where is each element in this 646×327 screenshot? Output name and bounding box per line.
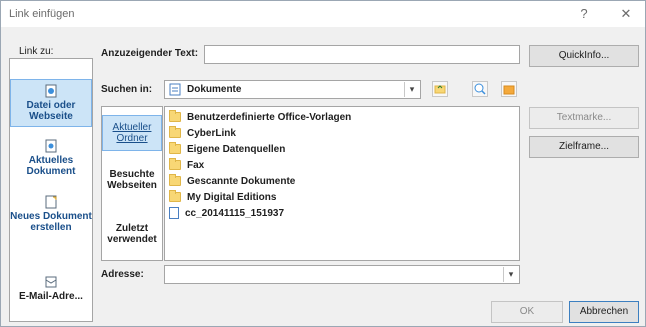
cancel-button[interactable]: Abbrechen [569, 301, 639, 323]
email-icon [45, 276, 57, 288]
document-file-icon [169, 207, 179, 219]
list-item[interactable]: Gescannte Dokumente [169, 173, 295, 189]
sidebar-item-new-document[interactable]: Neues Dokument erstellen [10, 195, 92, 245]
display-text-input[interactable] [204, 45, 520, 64]
address-label: Adresse: [101, 269, 144, 280]
look-in-label: Suchen in: [101, 84, 153, 95]
list-item[interactable]: cc_20141115_151937 [169, 205, 284, 221]
up-folder-icon[interactable] [432, 81, 448, 97]
folder-icon [169, 174, 181, 186]
close-button[interactable]: ✕ [615, 5, 637, 23]
tab-recent-files[interactable]: Zuletzt verwendet [102, 223, 162, 253]
look-in-select[interactable]: Dokumente ▾ [164, 80, 421, 99]
folder-icon [169, 126, 181, 138]
list-item[interactable]: CyberLink [169, 125, 236, 141]
sidebar-item-label: E-Mail-Adre... [19, 291, 83, 302]
tab-label: Besuchte Webseiten [107, 169, 157, 191]
documents-folder-icon [169, 83, 181, 96]
new-document-icon [45, 195, 57, 209]
sidebar-item-file-or-webpage[interactable]: Datei oder Webseite [10, 79, 92, 127]
list-item[interactable]: Benutzerdefinierte Office-Vorlagen [169, 109, 351, 125]
chevron-down-icon[interactable]: ▾ [503, 267, 518, 282]
tab-current-folder[interactable]: Aktueller Ordner [102, 115, 162, 151]
target-frame-button[interactable]: Zielframe... [529, 136, 639, 158]
sidebar-item-email[interactable]: E-Mail-Adre... [10, 275, 92, 309]
tab-label: Zuletzt verwendet [107, 223, 157, 245]
address-input[interactable]: ▾ [164, 265, 520, 284]
title-bar: Link einfügen ? ✕ [1, 1, 645, 27]
bookmark-button[interactable]: Textmarke... [529, 107, 639, 129]
link-type-sidebar: Datei oder Webseite Aktuelles Dokument N… [9, 58, 93, 322]
tab-label: Aktueller Ordner [112, 122, 152, 144]
list-item[interactable]: Eigene Datenquellen [169, 141, 285, 157]
dialog-title: Link einfügen [9, 8, 75, 20]
folder-icon [169, 110, 181, 122]
folder-icon [169, 142, 181, 154]
file-list[interactable]: Benutzerdefinierte Office-Vorlagen Cyber… [164, 106, 520, 261]
list-item[interactable]: My Digital Editions [169, 189, 276, 205]
link-to-label: Link zu: [19, 46, 54, 57]
ok-button[interactable]: OK [491, 301, 563, 323]
sidebar-item-label: Aktuelles Dokument [26, 155, 76, 177]
sidebar-item-current-document[interactable]: Aktuelles Dokument [10, 139, 92, 179]
help-button[interactable]: ? [573, 5, 595, 23]
sidebar-item-label: Datei oder Webseite [26, 100, 76, 122]
look-in-value: Dokumente [187, 84, 242, 95]
quickinfo-button[interactable]: QuickInfo... [529, 45, 639, 67]
location-nav: Aktueller Ordner Besuchte Webseiten Zule… [101, 106, 163, 261]
list-item[interactable]: Fax [169, 157, 204, 173]
folder-icon [169, 158, 181, 170]
tab-browsed-pages[interactable]: Besuchte Webseiten [102, 169, 162, 199]
chevron-down-icon[interactable]: ▾ [404, 82, 419, 97]
document-icon [45, 139, 57, 153]
browse-web-icon[interactable] [472, 81, 488, 97]
globe-document-icon [45, 84, 57, 98]
sidebar-item-label: Neues Dokument erstellen [10, 211, 92, 233]
display-text-label: Anzuzeigender Text: [101, 48, 199, 59]
folder-icon [169, 190, 181, 202]
browse-file-icon[interactable] [501, 81, 517, 97]
insert-link-dialog: Link einfügen ? ✕ Link zu: Datei oder We… [0, 0, 646, 327]
